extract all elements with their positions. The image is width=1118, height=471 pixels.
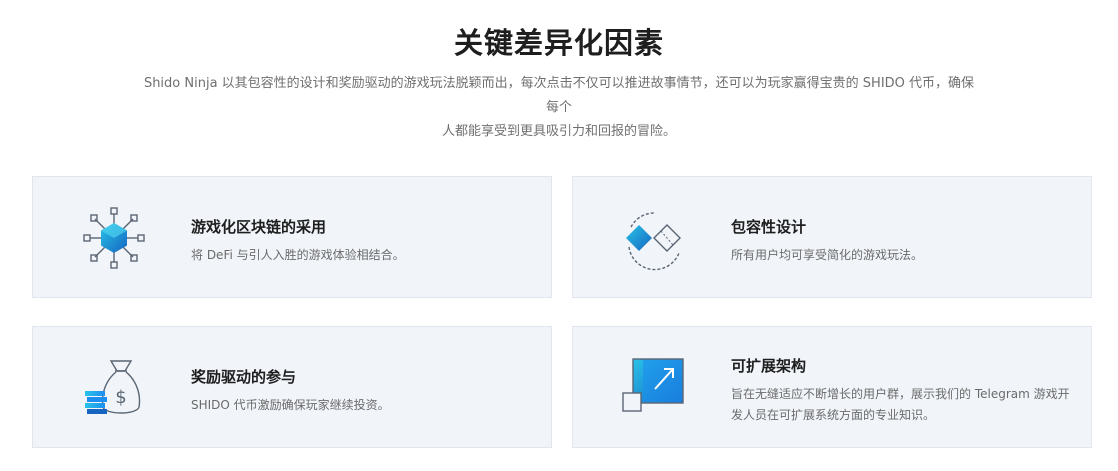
feature-card-description: 旨在无缝适应不断增长的用户群，展示我们的 Telegram 游戏开发人员在可扩展… [731, 387, 1070, 422]
feature-card-text: 可扩展架构 旨在无缝适应不断增长的用户群，展示我们的 Telegram 游戏开发… [731, 355, 1076, 426]
feature-card-text: 游戏化区块链的采用 将 DeFi 与引人入胜的游戏体验相结合。 [191, 216, 536, 266]
scale-up-arrow-icon [621, 355, 687, 421]
feature-card-reward-driven: $ 奖励驱动的参与 SHIDO 代币激励确保玩家继续投资。 [32, 326, 552, 448]
feature-card-title: 可扩展架构 [731, 357, 807, 375]
feature-card-gamified-blockchain: 游戏化区块链的采用 将 DeFi 与引人入胜的游戏体验相结合。 [32, 176, 552, 298]
feature-card-scalable-architecture: 可扩展架构 旨在无缝适应不断增长的用户群，展示我们的 Telegram 游戏开发… [572, 326, 1092, 448]
feature-card-description: SHIDO 代币激励确保玩家继续投资。 [191, 398, 390, 412]
subtitle-line-2: 人都能享受到更具吸引力和回报的冒险。 [441, 124, 676, 139]
feature-card-text: 奖励驱动的参与 SHIDO 代币激励确保玩家继续投资。 [191, 366, 536, 416]
feature-card-title: 奖励驱动的参与 [191, 368, 297, 386]
svg-text:$: $ [115, 387, 126, 408]
feature-card-inclusive-design: 包容性设计 所有用户均可享受简化的游戏玩法。 [572, 176, 1092, 298]
section-subtitle: Shido Ninja 以其包容性的设计和奖励驱动的游戏玩法脱颖而出，每次点击不… [140, 72, 978, 144]
feature-card-title: 包容性设计 [731, 218, 807, 236]
key-differentiators-section: 关键差异化因素 Shido Ninja 以其包容性的设计和奖励驱动的游戏玩法脱颖… [0, 0, 1118, 471]
feature-card-description: 将 DeFi 与引人入胜的游戏体验相结合。 [191, 248, 405, 262]
blockchain-network-icon [81, 205, 147, 271]
money-bag-icon: $ [81, 355, 147, 421]
feature-card-description: 所有用户均可享受简化的游戏玩法。 [731, 248, 924, 262]
feature-card-title: 游戏化区块链的采用 [191, 218, 327, 236]
subtitle-line-1: Shido Ninja 以其包容性的设计和奖励驱动的游戏玩法脱颖而出，每次点击不… [143, 76, 975, 115]
feature-card-text: 包容性设计 所有用户均可享受简化的游戏玩法。 [731, 216, 1076, 266]
section-title: 关键差异化因素 [453, 26, 664, 60]
inclusive-diamond-icon [621, 205, 687, 271]
